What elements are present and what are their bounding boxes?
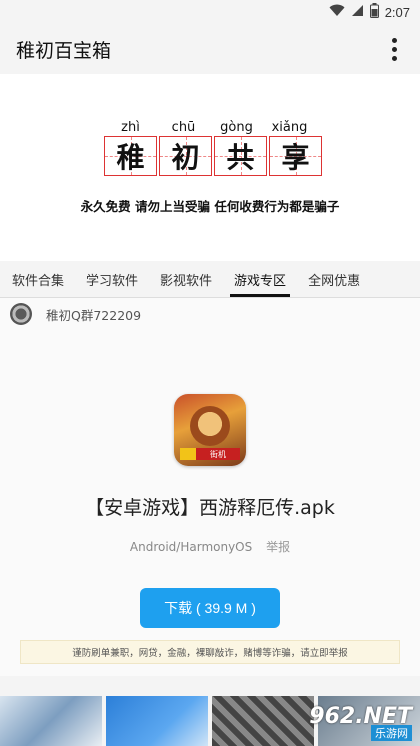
file-meta: Android/HarmonyOS 举报: [0, 538, 420, 555]
thumbnail-1[interactable]: [0, 696, 102, 746]
file-card: 街机 【安卓游戏】西游释厄传.apk Android/HarmonyOS 举报 …: [0, 330, 420, 676]
tab-game-zone[interactable]: 游戏专区: [226, 261, 294, 297]
fraud-warning: 谨防刷单兼职，网贷，金融，裸聊敲诈，赌博等诈骗，请立即举报: [20, 640, 400, 664]
pinyin-4: xiǎng: [271, 120, 308, 135]
status-bar: 2:07: [0, 0, 420, 24]
app-title: 稚初百宝箱: [16, 39, 112, 62]
hanzi-4: 享: [281, 141, 310, 174]
overflow-menu-icon[interactable]: [384, 37, 404, 61]
free-notice: 永久免费 请勿上当受骗 任何收费行为都是骗子: [80, 199, 340, 214]
hanzi-cell: 稚: [104, 136, 157, 176]
monkey-king-icon: [190, 406, 230, 446]
app-bar: 稚初百宝箱: [0, 24, 420, 74]
category-tabs: 软件合集 学习软件 影视软件 游戏专区 全网优惠: [0, 261, 420, 298]
pinyin-3: gòng: [220, 120, 253, 135]
watermark-subtext: 乐游网: [371, 725, 412, 741]
tab-learning-software[interactable]: 学习软件: [78, 261, 146, 297]
file-title: 【安卓游戏】西游释厄传.apk: [85, 497, 335, 519]
game-app-icon: 街机: [174, 394, 246, 466]
site-watermark: 962.NET 乐游网: [309, 704, 412, 741]
wifi-icon: [329, 4, 345, 21]
hanzi-2: 初: [171, 141, 200, 174]
hanzi-3: 共: [226, 141, 255, 174]
signal-icon: [351, 4, 364, 21]
hanzi-cell: 初: [159, 136, 212, 176]
hanzi-1: 稚: [116, 141, 145, 174]
banner: zhì chū gòng xiǎng 稚 初 共 享 永久免费 请勿上当受骗 任…: [0, 74, 420, 261]
report-link[interactable]: 举报: [266, 540, 290, 554]
download-button[interactable]: 下载 ( 39.9 M ): [140, 588, 280, 628]
arcade-badge-label: 街机: [196, 448, 240, 460]
tab-deals[interactable]: 全网优惠: [300, 261, 368, 297]
tab-software-collection[interactable]: 软件合集: [4, 261, 72, 297]
tab-video-software[interactable]: 影视软件: [152, 261, 220, 297]
group-row: 稚初Q群722209: [0, 298, 420, 330]
pinyin-2: chū: [171, 120, 196, 135]
group-label: 稚初Q群722209: [46, 307, 142, 323]
pinyin-row: zhì chū gòng xiǎng: [104, 120, 316, 135]
platform-label: Android/HarmonyOS: [129, 540, 253, 554]
status-time: 2:07: [384, 4, 410, 20]
thumbnail-strip: 962.NET 乐游网: [0, 696, 420, 746]
hanzi-cell: 享: [269, 136, 322, 176]
arcade-badge: 街机: [180, 448, 240, 460]
thumbnail-2[interactable]: [106, 696, 208, 746]
hanzi-row: 稚 初 共 享: [104, 136, 324, 176]
hanzi-cell: 共: [214, 136, 267, 176]
pinyin-1: zhì: [121, 120, 140, 135]
thumbnail-3[interactable]: [212, 696, 314, 746]
avatar: [10, 303, 32, 325]
battery-icon: [369, 2, 379, 22]
